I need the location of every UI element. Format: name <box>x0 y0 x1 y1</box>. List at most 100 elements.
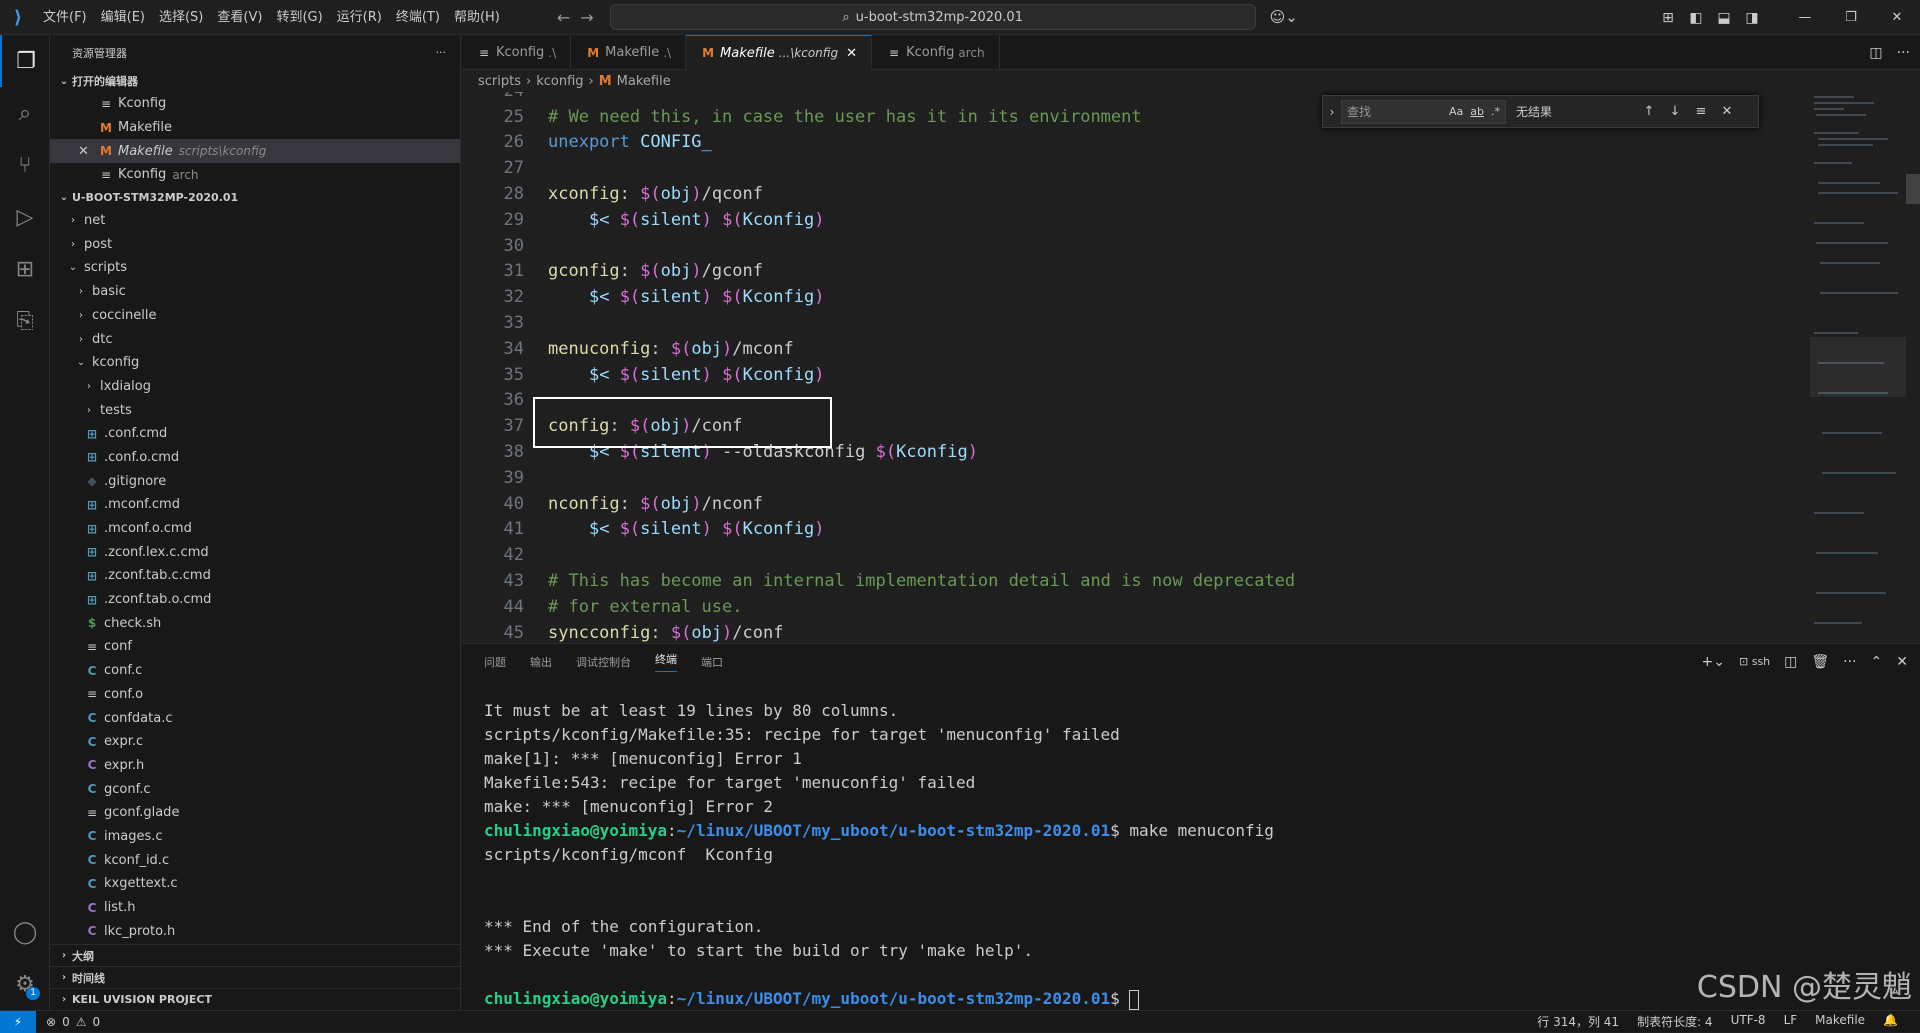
account-icon[interactable]: ◯ <box>0 906 50 958</box>
open-editors-header[interactable]: ⌄ 打开的编辑器 <box>50 70 460 92</box>
tab-debug-console[interactable]: 调试控制台 <box>576 654 631 670</box>
timeline-header[interactable]: › 时间线 <box>50 966 460 988</box>
tree-file[interactable]: ⊞ .zconf.tab.o.cmd <box>50 588 460 612</box>
indentation[interactable]: 制表符长度: 4 <box>1637 1013 1713 1030</box>
tab-ports[interactable]: 端口 <box>701 654 723 670</box>
tree-file[interactable]: Cexpr.h <box>50 754 460 778</box>
match-whole-word-icon[interactable]: ab <box>1470 105 1484 118</box>
tree-file[interactable]: ⊞ .mconf.o.cmd <box>50 517 460 541</box>
regex-icon[interactable]: .* <box>1491 105 1500 118</box>
tree-file[interactable]: Ckconf_id.c <box>50 848 460 872</box>
tree-folder-basic[interactable]: › basic <box>50 280 460 304</box>
tree-file[interactable]: ⊞ .conf.o.cmd <box>50 446 460 470</box>
tree-folder-net[interactable]: › net <box>50 209 460 233</box>
code-editor[interactable]: 24 25 # We need this, in case the user ha… <box>462 92 1772 643</box>
open-editor-item[interactable]: ≡ Kconfig arch <box>50 163 460 187</box>
more-actions-icon[interactable]: ··· <box>1843 654 1856 670</box>
tree-folder-tests[interactable]: › tests <box>50 398 460 422</box>
tab-kconfig-arch[interactable]: ≡ Kconfig arch <box>872 35 1000 70</box>
close-icon[interactable]: ✕ <box>1896 654 1908 670</box>
tree-folder-post[interactable]: › post <box>50 232 460 256</box>
notifications-bell-icon[interactable]: 🔔 <box>1883 1013 1898 1030</box>
menu-goto[interactable]: 转到(G) <box>269 0 329 35</box>
explorer-icon[interactable]: ❐ <box>0 35 50 87</box>
tree-file[interactable]: ⊞ .zconf.tab.c.cmd <box>50 564 460 588</box>
terminal-shell-label[interactable]: ⊡ ssh <box>1739 655 1770 668</box>
terminal-output[interactable]: It must be at least 19 lines by 80 colum… <box>484 699 1274 1011</box>
breadcrumb-item[interactable]: kconfig <box>536 74 583 89</box>
tab-problems[interactable]: 问题 <box>484 654 506 670</box>
tree-file[interactable]: Cexpr.c <box>50 730 460 754</box>
keil-project-header[interactable]: › KEIL UVISION PROJECT <box>50 988 460 1010</box>
toggle-panel-icon[interactable]: ⬓ <box>1710 10 1738 26</box>
more-actions-icon[interactable]: ··· <box>436 46 447 59</box>
tree-file[interactable]: ≡ conf.o <box>50 683 460 707</box>
split-terminal-icon[interactable]: ◫ <box>1784 654 1797 670</box>
trash-icon[interactable]: 🗑 <box>1811 654 1829 670</box>
open-editor-item[interactable]: M Makefile <box>50 116 460 140</box>
tree-file[interactable]: Clist.h <box>50 896 460 920</box>
copilot-icon[interactable]: ☺⌄ <box>1270 8 1298 26</box>
tree-file[interactable]: ◆ .gitignore <box>50 469 460 493</box>
tree-file[interactable]: ≡ conf <box>50 635 460 659</box>
forward-arrow-icon[interactable]: → <box>580 8 593 27</box>
find-input[interactable]: 查找 Aa ab .* <box>1341 99 1506 124</box>
previous-match-icon[interactable]: ↑ <box>1636 104 1662 119</box>
tree-folder-scripts[interactable]: ⌄ scripts <box>50 256 460 280</box>
remote-explorer-icon[interactable]: ⎘ <box>0 295 50 347</box>
tree-file[interactable]: Clkc_proto.h <box>50 919 460 943</box>
next-match-icon[interactable]: ↓ <box>1662 104 1688 119</box>
minimap-slider[interactable] <box>1810 337 1906 397</box>
search-view-icon[interactable]: ⌕ <box>0 87 50 139</box>
tab-terminal[interactable]: 终端 <box>655 651 677 672</box>
tab-kconfig[interactable]: ≡ Kconfig .\ <box>462 35 572 70</box>
tree-file[interactable]: Ckxgettext.c <box>50 872 460 896</box>
tab-output[interactable]: 输出 <box>530 654 552 670</box>
tree-file[interactable]: $ check.sh <box>50 611 460 635</box>
tree-folder-kconfig[interactable]: ⌄ kconfig <box>50 351 460 375</box>
project-header[interactable]: ⌄ U-BOOT-STM32MP-2020.01 <box>50 187 460 209</box>
tab-makefile-kconfig-active[interactable]: M Makefile ...\kconfig ✕ <box>686 35 873 70</box>
restore-icon[interactable]: ❐ <box>1828 10 1874 25</box>
tree-folder-lxdialog[interactable]: › lxdialog <box>50 375 460 399</box>
open-editor-item-active[interactable]: ✕ M Makefile scripts\kconfig <box>50 139 460 164</box>
tree-file[interactable]: ≡ gconf.glade <box>50 801 460 825</box>
outline-header[interactable]: › 大纲 <box>50 944 460 966</box>
toggle-replace-icon[interactable]: › <box>1323 105 1341 119</box>
menu-file[interactable]: 文件(F) <box>36 0 94 35</box>
tree-file[interactable]: Cconf.c <box>50 659 460 683</box>
editor-scrollbar[interactable] <box>1906 92 1920 643</box>
match-case-icon[interactable]: Aa <box>1449 105 1463 118</box>
run-debug-icon[interactable]: ▷ <box>0 191 50 243</box>
tree-folder-coccinelle[interactable]: › coccinelle <box>50 304 460 328</box>
toggle-secondary-sidebar-icon[interactable]: ◨ <box>1738 10 1766 26</box>
source-control-icon[interactable]: ⑂ <box>0 139 50 191</box>
close-icon[interactable]: ✕ <box>78 144 89 159</box>
new-terminal-icon[interactable]: +⌄ <box>1702 654 1725 670</box>
maximize-panel-icon[interactable]: ⌃ <box>1871 654 1883 670</box>
tree-file[interactable]: Cimages.c <box>50 825 460 849</box>
encoding[interactable]: UTF-8 <box>1731 1013 1766 1030</box>
menu-selection[interactable]: 选择(S) <box>152 0 210 35</box>
breadcrumb-item[interactable]: scripts <box>478 74 521 89</box>
menu-edit[interactable]: 编辑(E) <box>94 0 152 35</box>
scroll-thumb[interactable] <box>1906 174 1920 204</box>
language-mode[interactable]: Makefile <box>1815 1013 1865 1030</box>
minimap[interactable] <box>1810 92 1906 643</box>
close-icon[interactable]: ✕ <box>846 46 857 61</box>
more-actions-icon[interactable]: ··· <box>1897 45 1910 61</box>
tree-file[interactable]: ⊞ .zconf.lex.c.cmd <box>50 540 460 564</box>
minimize-icon[interactable]: — <box>1782 10 1828 25</box>
back-arrow-icon[interactable]: ← <box>557 8 570 27</box>
customize-layout-icon[interactable]: ⊞ <box>1654 10 1682 26</box>
tab-makefile[interactable]: M Makefile .\ <box>571 35 687 70</box>
end-of-line[interactable]: LF <box>1784 1013 1798 1030</box>
extensions-icon[interactable]: ⊞ <box>0 243 50 295</box>
problems-indicator[interactable]: ⊗ 0 ⚠ 0 <box>46 1015 100 1029</box>
open-editor-item[interactable]: ≡ Kconfig <box>50 92 460 116</box>
menu-run[interactable]: 运行(R) <box>330 0 389 35</box>
menu-help[interactable]: 帮助(H) <box>447 0 507 35</box>
tree-file[interactable]: Cconfdata.c <box>50 706 460 730</box>
remote-indicator-icon[interactable]: ⚡ <box>0 1010 36 1033</box>
menu-view[interactable]: 查看(V) <box>210 0 269 35</box>
